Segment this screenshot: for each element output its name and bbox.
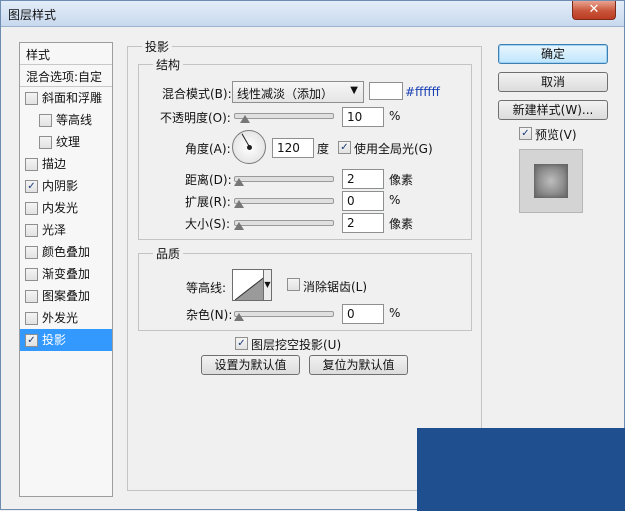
style-item[interactable]: 斜面和浮雕 [20, 87, 112, 109]
anti-alias-label[interactable]: 消除锯齿(L) [303, 278, 367, 295]
blend-mode-select[interactable]: 线性减淡（添加） ▼ [232, 81, 364, 103]
style-item[interactable]: 投影 [20, 329, 112, 351]
angle-dial[interactable] [232, 130, 266, 164]
size-unit: 像素 [389, 217, 414, 231]
opacity-unit: % [389, 109, 401, 123]
distance-slider[interactable] [234, 176, 334, 182]
style-item[interactable]: 渐变叠加 [20, 263, 112, 285]
style-item-checkbox[interactable] [25, 334, 38, 347]
distance-unit: 像素 [389, 173, 414, 187]
style-list: 样式 混合选项:自定 斜面和浮雕等高线纹理描边内阴影内发光光泽颜色叠加渐变叠加图… [19, 42, 113, 497]
style-item-checkbox[interactable] [25, 312, 38, 325]
angle-label: 角度(A): [185, 142, 231, 156]
global-light-label[interactable]: 使用全局光(G) [354, 140, 433, 157]
quality-title: 品质 [153, 245, 184, 262]
angle-input[interactable]: 120 [272, 138, 314, 158]
style-list-header[interactable]: 样式 [20, 43, 112, 65]
style-item-label: 纹理 [56, 135, 81, 149]
contour-dropdown-icon[interactable]: ▼ [263, 269, 272, 301]
style-item-label: 外发光 [42, 311, 79, 325]
style-item-checkbox[interactable] [39, 136, 52, 149]
style-item-checkbox[interactable] [25, 92, 38, 105]
style-item[interactable]: 内发光 [20, 197, 112, 219]
style-preview-thumbnail [519, 149, 583, 213]
style-item[interactable]: 外发光 [20, 307, 112, 329]
watermark-logo [417, 428, 625, 511]
size-slider[interactable] [234, 220, 334, 226]
knockout-label[interactable]: 图层挖空投影(U) [251, 336, 341, 353]
structure-title: 结构 [153, 56, 184, 73]
opacity-slider-thumb[interactable] [240, 115, 250, 123]
close-icon[interactable]: ✕ [572, 1, 616, 20]
size-input[interactable]: 2 [342, 213, 384, 233]
layer-style-dialog: 图层样式 ✕ 样式 混合选项:自定 斜面和浮雕等高线纹理描边内阴影内发光光泽颜色… [0, 0, 625, 511]
blend-options-item[interactable]: 混合选项:自定 [20, 65, 112, 87]
size-label: 大小(S): [185, 217, 231, 231]
title-bar[interactable]: 图层样式 ✕ [1, 1, 624, 27]
style-item-label: 光泽 [42, 223, 67, 237]
chevron-down-icon: ▼ [350, 85, 358, 96]
distance-label: 距离(D): [185, 173, 232, 187]
style-item-checkbox[interactable] [25, 180, 38, 193]
distance-slider-thumb[interactable] [234, 178, 244, 186]
style-item-checkbox[interactable] [25, 224, 38, 237]
style-item[interactable]: 内阴影 [20, 175, 112, 197]
noise-slider[interactable] [234, 311, 334, 317]
noise-slider-thumb[interactable] [234, 313, 244, 321]
style-item[interactable]: 纹理 [20, 131, 112, 153]
style-item[interactable]: 光泽 [20, 219, 112, 241]
style-item-label: 内发光 [42, 201, 79, 215]
shadow-color-swatch[interactable] [369, 82, 403, 100]
opacity-label: 不透明度(O): [160, 111, 231, 125]
size-slider-thumb[interactable] [234, 222, 244, 230]
spread-label: 扩展(R): [185, 195, 231, 209]
style-item-label: 投影 [42, 333, 67, 347]
drop-shadow-title: 投影 [142, 38, 173, 55]
global-light-checkbox[interactable] [338, 141, 351, 154]
contour-label: 等高线: [186, 281, 227, 295]
knockout-checkbox[interactable] [235, 337, 248, 350]
spread-slider[interactable] [234, 198, 334, 204]
preview-swatch [534, 164, 568, 198]
shadow-color-hex: #ffffff [405, 85, 440, 99]
spread-unit: % [389, 193, 401, 207]
style-item-checkbox[interactable] [25, 202, 38, 215]
spread-input[interactable]: 0 [342, 191, 384, 211]
style-item-checkbox[interactable] [25, 268, 38, 281]
style-item-checkbox[interactable] [39, 114, 52, 127]
style-item[interactable]: 图案叠加 [20, 285, 112, 307]
angle-unit: 度 [317, 142, 330, 156]
reset-default-button[interactable]: 复位为默认值 [309, 355, 408, 375]
make-default-button[interactable]: 设置为默认值 [201, 355, 300, 375]
style-item[interactable]: 等高线 [20, 109, 112, 131]
blend-mode-value: 线性减淡（添加） [237, 87, 334, 101]
cancel-button[interactable]: 取消 [498, 72, 608, 92]
style-item[interactable]: 描边 [20, 153, 112, 175]
style-item-checkbox[interactable] [25, 246, 38, 259]
new-style-button[interactable]: 新建样式(W)... [498, 100, 608, 120]
preview-label[interactable]: 预览(V) [535, 126, 577, 143]
preview-checkbox[interactable] [519, 127, 532, 140]
distance-input[interactable]: 2 [342, 169, 384, 189]
style-item-label: 等高线 [56, 113, 93, 127]
window-title: 图层样式 [8, 8, 57, 22]
style-item[interactable]: 颜色叠加 [20, 241, 112, 263]
opacity-input[interactable]: 10 [342, 107, 384, 127]
style-item-label: 渐变叠加 [42, 267, 91, 281]
angle-dial-center [247, 145, 252, 150]
noise-input[interactable]: 0 [342, 304, 384, 324]
style-item-label: 内阴影 [42, 179, 79, 193]
style-item-label: 斜面和浮雕 [42, 91, 103, 105]
blend-mode-label: 混合模式(B): [162, 87, 232, 101]
spread-slider-thumb[interactable] [234, 200, 244, 208]
noise-label: 杂色(N): [186, 308, 233, 322]
style-item-checkbox[interactable] [25, 290, 38, 303]
style-item-label: 图案叠加 [42, 289, 91, 303]
ok-button[interactable]: 确定 [498, 44, 608, 64]
noise-unit: % [389, 306, 401, 320]
style-item-label: 颜色叠加 [42, 245, 91, 259]
anti-alias-checkbox[interactable] [287, 278, 300, 291]
style-item-checkbox[interactable] [25, 158, 38, 171]
style-item-label: 描边 [42, 157, 67, 171]
